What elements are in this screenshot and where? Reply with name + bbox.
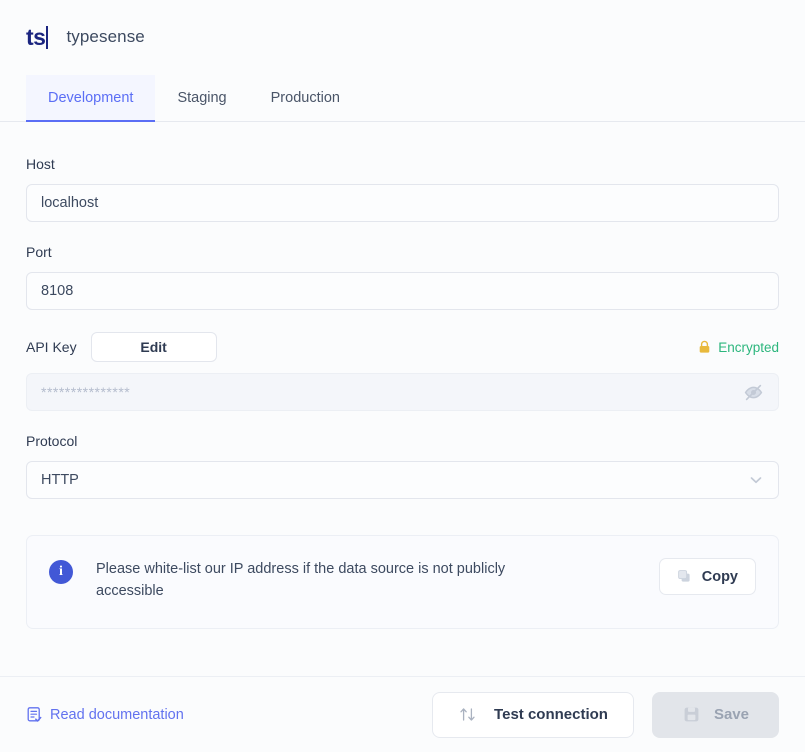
tab-production[interactable]: Production <box>249 75 362 121</box>
read-documentation-label: Read documentation <box>50 706 184 723</box>
environment-tabs: Development Staging Production <box>0 74 805 122</box>
connection-form: Host Port API Key Edit Encry <box>0 122 805 499</box>
ip-whitelist-banner: i Please white-list our IP address if th… <box>26 535 779 629</box>
edit-api-key-button[interactable]: Edit <box>90 332 217 362</box>
copy-ip-button[interactable]: Copy <box>658 558 756 595</box>
save-button[interactable]: Save <box>651 691 779 738</box>
chevron-down-icon[interactable] <box>748 472 764 488</box>
tab-development[interactable]: Development <box>26 75 156 122</box>
port-input[interactable] <box>26 272 779 310</box>
api-key-field-group: API Key Edit Encrypted *************** <box>26 332 779 411</box>
footer-action-buttons: Test connection Save <box>432 691 779 738</box>
port-label: Port <box>26 244 52 260</box>
info-icon: i <box>49 560 73 584</box>
encrypted-label: Encrypted <box>718 339 779 355</box>
banner-message: Please white-list our IP address if the … <box>96 561 506 600</box>
api-key-masked-value: *************** <box>41 384 131 400</box>
brand-name: typesense <box>66 27 145 46</box>
app-root: ts typesense Development Staging Product… <box>0 0 805 752</box>
api-key-label: API Key <box>26 339 77 355</box>
copy-label: Copy <box>701 568 738 585</box>
encrypted-badge: Encrypted <box>698 340 779 355</box>
eye-off-icon[interactable] <box>743 382 764 403</box>
host-input[interactable] <box>26 184 779 222</box>
api-key-header-row: API Key Edit Encrypted <box>26 332 779 362</box>
form-footer: Read documentation Test connection Save <box>0 676 805 752</box>
protocol-select[interactable]: HTTP <box>26 461 779 499</box>
read-documentation-link[interactable]: Read documentation <box>26 706 184 723</box>
typesense-logo-icon: ts <box>26 25 49 49</box>
transfer-arrows-icon <box>458 705 477 724</box>
document-check-icon <box>26 706 43 723</box>
protocol-label: Protocol <box>26 433 78 449</box>
test-connection-button[interactable]: Test connection <box>432 691 634 738</box>
app-header: ts typesense <box>0 0 805 74</box>
save-label: Save <box>713 706 749 723</box>
tab-staging[interactable]: Staging <box>155 75 248 121</box>
floppy-disk-icon <box>682 705 701 724</box>
protocol-selected-value: HTTP <box>41 472 79 488</box>
copy-icon <box>677 569 692 584</box>
host-field-group: Host <box>26 156 779 222</box>
protocol-field-group: Protocol HTTP <box>26 433 779 499</box>
port-field-group: Port <box>26 244 779 310</box>
test-connection-label: Test connection <box>494 706 608 723</box>
host-label: Host <box>26 156 55 172</box>
api-key-input[interactable]: *************** <box>26 373 779 411</box>
protocol-select-wrapper: HTTP <box>26 461 779 499</box>
lock-icon <box>698 340 711 354</box>
